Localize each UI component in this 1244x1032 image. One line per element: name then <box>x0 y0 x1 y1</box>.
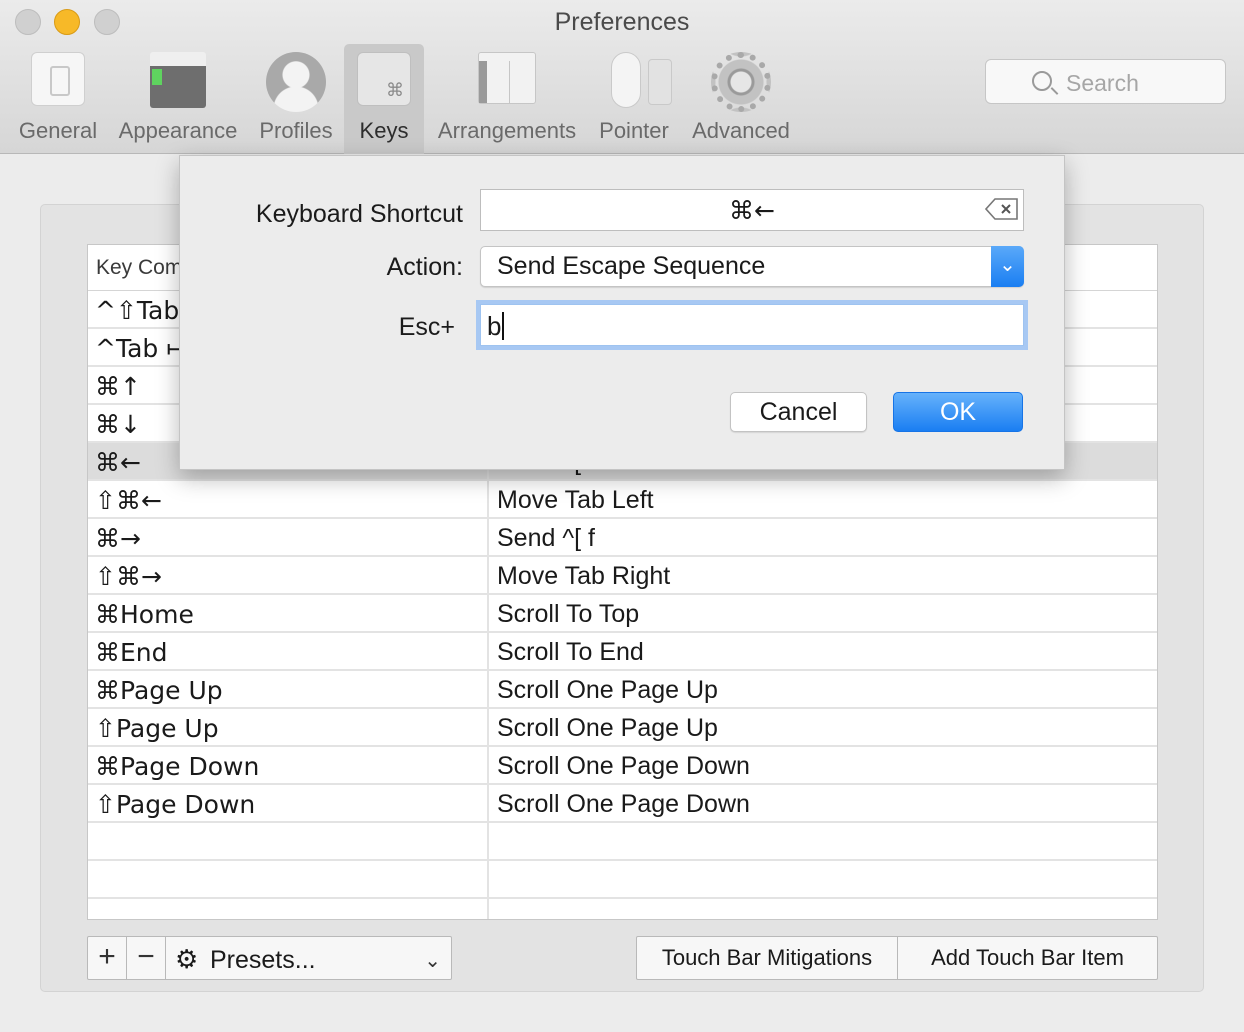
table-row[interactable]: ⇧Page Down Scroll One Page Down <box>88 785 1157 823</box>
key-combination-cell: ⌘Page Up <box>88 671 489 707</box>
action-cell: Send ^[ f <box>497 524 595 552</box>
key-combination-cell: ⇧Page Down <box>88 785 489 821</box>
appearance-icon <box>150 52 206 108</box>
key-combination-cell <box>88 823 489 859</box>
keyboard-shortcut-field[interactable]: ⌘← <box>480 189 1024 231</box>
table-row[interactable]: ⌘→ Send ^[ f <box>88 519 1157 557</box>
table-row[interactable]: ⇧Page Up Scroll One Page Up <box>88 709 1157 747</box>
key-combination-cell: ⌘End <box>88 633 489 669</box>
table-row[interactable]: ⌘Page Down Scroll One Page Down <box>88 747 1157 785</box>
tab-label: Arrangements <box>437 118 577 143</box>
chevron-down-icon: ⌄ <box>991 246 1024 287</box>
search-placeholder: Search <box>1066 70 1139 96</box>
search-icon <box>1032 71 1052 91</box>
touch-bar-mitigations-button[interactable]: Touch Bar Mitigations <box>637 937 898 979</box>
key-combination-cell: ⌘→ <box>88 519 489 555</box>
shortcut-value: ⌘← <box>729 196 775 225</box>
tab-label: Pointer <box>599 118 669 143</box>
pointer-icon <box>611 52 672 108</box>
table-row[interactable] <box>88 899 1157 919</box>
clear-shortcut-icon[interactable] <box>985 198 1019 220</box>
cancel-button[interactable]: Cancel <box>730 392 867 432</box>
keys-icon: ⌘ <box>357 52 411 106</box>
tab-pointer[interactable]: Pointer <box>594 44 674 154</box>
profiles-icon <box>266 52 326 112</box>
tab-keys[interactable]: ⌘ Keys <box>344 44 424 154</box>
key-combination-cell: ⇧⌘← <box>88 481 489 517</box>
esc-prefix-label: Esc+ <box>398 313 455 341</box>
search-field[interactable]: Search <box>985 59 1226 104</box>
touch-bar-buttons: Touch Bar Mitigations Add Touch Bar Item <box>636 936 1158 980</box>
action-cell: Move Tab Left <box>497 486 654 514</box>
gear-icon: ⚙ <box>175 945 199 975</box>
ok-button[interactable]: OK <box>893 392 1023 432</box>
escape-sequence-input[interactable]: b <box>480 304 1024 346</box>
presets-label: Presets... <box>210 946 316 974</box>
add-touch-bar-item-button[interactable]: Add Touch Bar Item <box>898 937 1157 979</box>
edit-key-binding-sheet: Keyboard Shortcut ⌘← Action: Send Escape… <box>179 155 1065 470</box>
tab-arrangements[interactable]: Arrangements <box>432 44 582 154</box>
table-row[interactable] <box>88 823 1157 861</box>
key-combination-cell <box>88 899 489 919</box>
table-row[interactable]: ⇧⌘→ Move Tab Right <box>88 557 1157 595</box>
action-cell: Scroll One Page Up <box>497 676 718 704</box>
keyboard-shortcut-label: Keyboard Shortcut <box>255 200 463 228</box>
action-popup[interactable]: Send Escape Sequence ⌄ <box>480 246 1024 287</box>
tab-label: Advanced <box>692 118 790 143</box>
tab-advanced[interactable]: Advanced <box>688 44 794 154</box>
table-row[interactable]: ⌘End Scroll To End <box>88 633 1157 671</box>
key-combination-cell: ⇧Page Up <box>88 709 489 745</box>
table-row[interactable]: ⇧⌘← Move Tab Left <box>88 481 1157 519</box>
action-cell: Scroll One Page Up <box>497 714 718 742</box>
add-binding-button[interactable]: + <box>88 937 127 979</box>
window-title: Preferences <box>554 8 690 36</box>
action-cell: Scroll One Page Down <box>497 752 750 780</box>
table-row[interactable] <box>88 861 1157 899</box>
key-combination-cell: ⌘Page Down <box>88 747 489 783</box>
advanced-icon <box>711 52 771 112</box>
tab-label: Keys <box>359 118 409 143</box>
action-cell <box>489 823 1157 859</box>
action-label: Action: <box>386 253 463 281</box>
table-controls: + − ⚙ Presets... ⌄ <box>87 936 452 980</box>
key-combination-cell: ⌘Home <box>88 595 489 631</box>
table-row[interactable]: ⌘Page Up Scroll One Page Up <box>88 671 1157 709</box>
action-cell: Scroll To End <box>497 638 644 666</box>
action-cell: Move Tab Right <box>497 562 671 590</box>
tab-label: General <box>18 118 98 143</box>
action-cell: Scroll To Top <box>497 600 640 628</box>
text-caret <box>502 312 505 340</box>
window-toolbar: Preferences General Appearance Profiles … <box>0 0 1244 154</box>
key-combination-cell: ⇧⌘→ <box>88 557 489 593</box>
tab-appearance[interactable]: Appearance <box>114 44 242 154</box>
tab-label: Appearance <box>118 118 238 143</box>
action-cell: Scroll One Page Down <box>497 790 750 818</box>
arrangements-icon <box>478 52 536 104</box>
tab-label: Profiles <box>259 118 333 143</box>
action-value: Send Escape Sequence <box>497 252 766 280</box>
command-glyph: ⌘ <box>386 80 404 101</box>
presets-popup[interactable]: ⚙ Presets... ⌄ <box>166 937 451 979</box>
action-cell <box>489 899 1157 919</box>
tab-profiles[interactable]: Profiles <box>255 44 337 154</box>
key-combination-cell <box>88 861 489 897</box>
escape-sequence-value: b <box>487 311 502 341</box>
remove-binding-button[interactable]: − <box>127 937 166 979</box>
chevron-down-icon: ⌄ <box>424 950 441 972</box>
action-cell <box>489 861 1157 897</box>
table-row[interactable]: ⌘Home Scroll To Top <box>88 595 1157 633</box>
general-icon <box>31 52 85 106</box>
tab-general[interactable]: General <box>17 44 99 154</box>
